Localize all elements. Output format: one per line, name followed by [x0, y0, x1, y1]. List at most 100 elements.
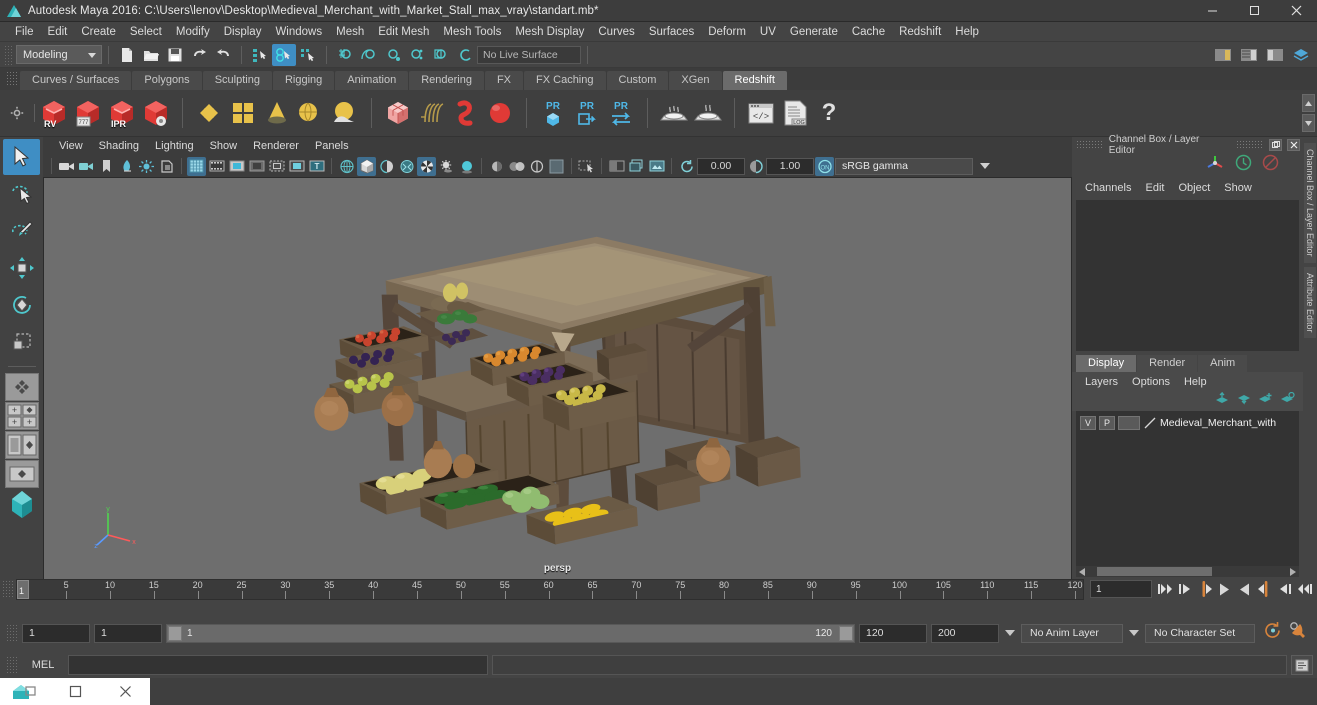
safe-title-icon[interactable]: T	[307, 157, 326, 176]
panel-grip[interactable]	[1076, 140, 1104, 149]
shelf-button-redshift-render-view[interactable]: RV	[37, 93, 71, 133]
anim-layer-chevron-icon[interactable]	[1005, 630, 1015, 636]
wireframe-icon[interactable]	[337, 157, 356, 176]
shelf-tab-animation[interactable]: Animation	[335, 71, 409, 90]
animation-start-time-field[interactable]: 1	[22, 623, 90, 643]
step-forward-key-button[interactable]	[1276, 580, 1293, 598]
edit-menu[interactable]: Edit	[1138, 182, 1171, 194]
animation-preferences-icon[interactable]	[1289, 621, 1309, 645]
menu-mesh[interactable]: Mesh	[329, 22, 371, 42]
shelf-tab-fx-caching[interactable]: FX Caching	[524, 71, 606, 90]
shelf-button-redshift-dome-light[interactable]	[294, 93, 328, 133]
object-menu[interactable]: Object	[1171, 182, 1217, 194]
quick-layout-single[interactable]	[4, 460, 39, 488]
shelf-tab-fx[interactable]: FX	[484, 71, 524, 90]
viewport-menu-panels[interactable]: Panels	[307, 140, 357, 152]
depth-peel-icon[interactable]	[527, 157, 546, 176]
playback-end-time-field[interactable]: 120	[859, 623, 927, 643]
shelf-tab-polygons[interactable]: Polygons	[132, 71, 202, 90]
select-by-hierarchy-icon[interactable]	[248, 44, 272, 66]
options-menu[interactable]: Options	[1125, 376, 1177, 388]
rotate-tool-button[interactable]	[3, 287, 40, 323]
ambient-occlusion-icon[interactable]	[457, 157, 476, 176]
grid-icon[interactable]	[187, 156, 206, 176]
texture-view-icon[interactable]	[647, 157, 666, 176]
shelf-button-script-editor[interactable]: </>	[744, 93, 778, 133]
xray-joints-icon[interactable]	[577, 157, 596, 176]
tab-anim[interactable]: Anim	[1198, 355, 1248, 372]
command-line-grip[interactable]	[6, 656, 18, 674]
show-hide-channel-box-icon[interactable]	[1211, 44, 1235, 66]
channel-box-content[interactable]	[1076, 200, 1299, 351]
shelf-button-redshift-ipr[interactable]: IPR	[105, 93, 139, 133]
safe-action-icon[interactable]	[287, 157, 306, 176]
menu-curves[interactable]: Curves	[591, 22, 641, 42]
film-gate-icon[interactable]	[207, 157, 226, 176]
range-handle-left[interactable]	[168, 625, 182, 641]
xray-icon[interactable]	[547, 157, 566, 176]
help-menu[interactable]: Help	[1177, 376, 1214, 388]
shelf-scroll-up-icon[interactable]	[1302, 94, 1315, 112]
panel-undock-icon[interactable]	[1269, 138, 1283, 151]
two-sided-lighting-icon[interactable]	[137, 157, 156, 176]
shelf-button-redshift-quad-light[interactable]	[226, 93, 260, 133]
panel-grip-right[interactable]	[1236, 140, 1265, 149]
snap-to-grids-icon[interactable]	[333, 44, 357, 66]
live-surface-field[interactable]: No Live Surface	[477, 45, 581, 64]
viewport-menu-show[interactable]: Show	[202, 140, 246, 152]
menu-redshift[interactable]: Redshift	[892, 22, 948, 42]
shelf-button-log[interactable]: LOG	[778, 93, 812, 133]
smooth-shade-selected-icon[interactable]	[377, 157, 396, 176]
gamma-field[interactable]: 1.00	[766, 157, 814, 175]
menu-modify[interactable]: Modify	[169, 22, 217, 42]
isolate-select-icon[interactable]	[607, 157, 626, 176]
quick-layout-persp-graph[interactable]	[4, 431, 39, 459]
undo-icon[interactable]	[187, 44, 211, 66]
character-set-selector[interactable]: No Character Set	[1145, 623, 1255, 643]
menu-deform[interactable]: Deform	[701, 22, 753, 42]
shelf-button-redshift-render-settings[interactable]	[139, 93, 173, 133]
shelf-tab-custom[interactable]: Custom	[606, 71, 669, 90]
layer-playback-toggle[interactable]: P	[1099, 416, 1115, 430]
statusline-grip[interactable]	[4, 44, 12, 65]
menu-file[interactable]: File	[8, 22, 41, 42]
select-camera-icon[interactable]	[57, 157, 76, 176]
show-menu[interactable]: Show	[1217, 182, 1259, 194]
smooth-shade-all-icon[interactable]	[357, 156, 376, 176]
isolate-select-add-icon[interactable]	[627, 157, 646, 176]
show-hide-layers-icon[interactable]	[1289, 44, 1313, 66]
layer-visibility-toggle[interactable]: V	[1080, 416, 1096, 430]
snap-to-view-planes-icon[interactable]	[429, 44, 453, 66]
command-input-field[interactable]	[68, 655, 488, 675]
menu-select[interactable]: Select	[123, 22, 169, 42]
scroll-left-icon[interactable]	[1079, 567, 1087, 576]
save-scene-icon[interactable]	[163, 44, 187, 66]
anim-layer-selector[interactable]: No Anim Layer	[1021, 623, 1123, 643]
shelf-button-pr-object[interactable]: PR	[536, 93, 570, 133]
viewport-menu-lighting[interactable]: Lighting	[147, 140, 202, 152]
shelf-button-redshift-area-light[interactable]	[192, 93, 226, 133]
script-editor-icon[interactable]	[1291, 655, 1313, 675]
shelf-button-bake-2[interactable]	[691, 93, 725, 133]
shelf-tab-sculpting[interactable]: Sculpting	[202, 71, 272, 90]
panel-close-icon[interactable]	[1287, 138, 1300, 151]
layer-row[interactable]: V P Medieval_Merchant_with	[1080, 415, 1299, 431]
minimize-button[interactable]	[1191, 0, 1233, 22]
menu-uv[interactable]: UV	[753, 22, 783, 42]
color-management-toggle-icon[interactable]: ON	[815, 156, 834, 176]
shelf-tab-curves-surfaces[interactable]: Curves / Surfaces	[20, 71, 132, 90]
menu-generate[interactable]: Generate	[783, 22, 845, 42]
menu-help[interactable]: Help	[948, 22, 986, 42]
field-chart-icon[interactable]	[267, 157, 286, 176]
time-slider-grip[interactable]	[2, 580, 14, 598]
quick-layout-four-view[interactable]	[4, 373, 39, 401]
layer-list-scrollbar[interactable]	[1076, 566, 1299, 577]
tab-display[interactable]: Display	[1076, 355, 1137, 372]
move-tool-button[interactable]	[3, 250, 40, 286]
play-forwards-button[interactable]	[1236, 580, 1253, 598]
shelf-scroll-down-icon[interactable]	[1302, 114, 1315, 132]
menu-cache[interactable]: Cache	[845, 22, 892, 42]
menu-mesh-display[interactable]: Mesh Display	[508, 22, 591, 42]
menu-edit-mesh[interactable]: Edit Mesh	[371, 22, 436, 42]
bookmark-icon[interactable]	[97, 157, 116, 176]
